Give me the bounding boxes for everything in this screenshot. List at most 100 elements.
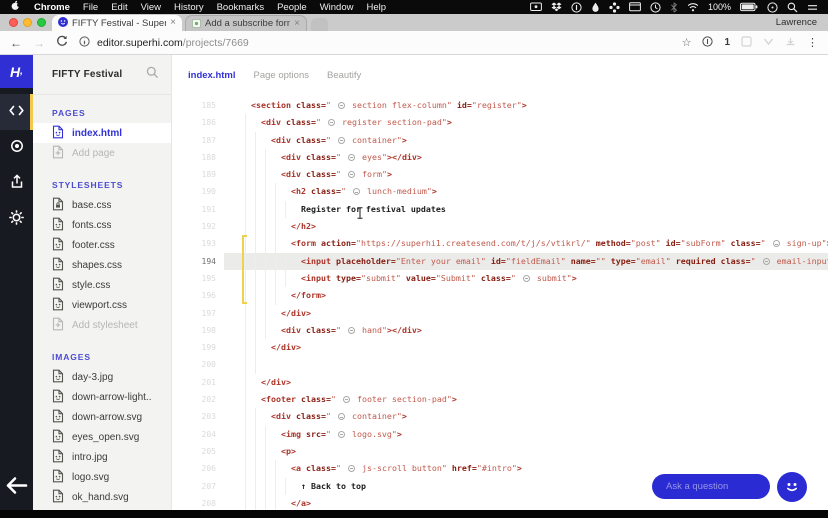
minimize-window-button[interactable]: [23, 18, 32, 27]
reload-icon[interactable]: [56, 34, 68, 52]
url-field[interactable]: editor.superhi.com/projects/7669: [79, 35, 671, 50]
file-item[interactable]: Add page: [33, 143, 171, 163]
menu-lines-icon[interactable]: [807, 3, 818, 12]
code-line-186[interactable]: 186 <div class=" register section-pad">: [172, 114, 828, 132]
class-toggle-icon[interactable]: [337, 430, 345, 438]
class-toggle-icon[interactable]: [347, 326, 355, 334]
file-item[interactable]: day-3.jpg: [33, 367, 171, 387]
extension-circle-icon[interactable]: [702, 34, 714, 52]
code-line-191[interactable]: 191 Register for festival updates: [172, 200, 828, 219]
code-line-185[interactable]: 185 <section class=" section flex-column"…: [172, 97, 828, 114]
file-item[interactable]: shapes.css: [33, 255, 171, 275]
code-editor[interactable]: index.html Page options Beautify 185 <sec…: [172, 55, 828, 510]
menu-bookmarks[interactable]: Bookmarks: [217, 2, 265, 13]
code-line-200[interactable]: 200: [172, 356, 828, 374]
file-item[interactable]: footer.css: [33, 235, 171, 255]
menu-view[interactable]: View: [141, 2, 161, 13]
superhi-logo[interactable]: H,: [0, 55, 33, 88]
file-item[interactable]: base.css: [33, 195, 171, 215]
close-window-button[interactable]: [9, 18, 18, 27]
back-icon[interactable]: ←: [10, 37, 22, 49]
chrome-menu-icon[interactable]: ⋮: [807, 36, 818, 49]
site-info-icon[interactable]: [79, 35, 90, 50]
apple-menu-icon[interactable]: [10, 0, 21, 14]
class-toggle-icon[interactable]: [327, 119, 335, 127]
spotlight-search-icon[interactable]: [787, 2, 798, 13]
code-line-193[interactable]: 193 <form action="https://superhi1.create…: [172, 235, 828, 253]
code-line-189[interactable]: 189 <div class=" form">: [172, 166, 828, 184]
file-item[interactable]: index.html: [33, 123, 171, 143]
file-item[interactable]: Add stylesheet: [33, 315, 171, 335]
code-line-187[interactable]: 187 <div class=" container">: [172, 131, 828, 149]
code-line-202[interactable]: 202 <footer class=" footer section-pad">: [172, 391, 828, 409]
time-circle-icon[interactable]: [767, 1, 778, 13]
code-line-194[interactable]: 194 <input placeholder="Enter your email"…: [172, 252, 828, 270]
tab-fifty-festival[interactable]: FIFTY Festival - SuperHi ×: [52, 15, 182, 31]
rail-preview-tab[interactable]: [0, 130, 33, 166]
class-toggle-icon[interactable]: [347, 171, 355, 179]
class-toggle-icon[interactable]: [522, 274, 530, 282]
extension-1password-icon[interactable]: 1: [724, 37, 730, 48]
class-toggle-icon[interactable]: [337, 136, 345, 144]
rail-code-tab[interactable]: [0, 94, 33, 130]
menu-file[interactable]: File: [83, 2, 98, 13]
code-line-196[interactable]: 196 </form>: [172, 287, 828, 305]
screen-record-icon[interactable]: [530, 2, 542, 12]
file-item[interactable]: logo.svg: [33, 467, 171, 487]
code-line-192[interactable]: 192 </h2>: [172, 218, 828, 236]
ask-question-input[interactable]: Ask a question: [652, 474, 770, 499]
editor-tab-beautify[interactable]: Beautify: [327, 70, 361, 81]
close-tab-icon[interactable]: ×: [294, 18, 300, 29]
editor-tab-page-options[interactable]: Page options: [254, 70, 309, 81]
code-line-198[interactable]: 198 <div class=" hand"></div>: [172, 321, 828, 340]
file-item[interactable]: ok_hand.svg: [33, 487, 171, 507]
class-toggle-icon[interactable]: [337, 413, 345, 421]
file-item[interactable]: down-arrow-light...: [33, 387, 171, 407]
flower-icon[interactable]: [609, 1, 620, 13]
wifi-icon[interactable]: [687, 2, 699, 12]
code-line-195[interactable]: 195 <input type="submit" value="Submit" c…: [172, 269, 828, 288]
bookmark-star-icon[interactable]: ☆: [682, 36, 692, 49]
menu-window[interactable]: Window: [320, 2, 354, 13]
class-toggle-icon[interactable]: [762, 257, 770, 265]
class-toggle-icon[interactable]: [772, 240, 780, 248]
window-icon[interactable]: [629, 2, 641, 12]
droplet-icon[interactable]: [591, 2, 600, 13]
class-toggle-icon[interactable]: [347, 153, 355, 161]
circled-one-icon[interactable]: [571, 1, 582, 13]
code-line-199[interactable]: 199 </div>: [172, 339, 828, 357]
class-toggle-icon[interactable]: [347, 465, 355, 473]
code-line-197[interactable]: 197 </div>: [172, 304, 828, 322]
menu-help[interactable]: Help: [366, 2, 386, 13]
code-line-188[interactable]: 188 <div class=" eyes"></div>: [172, 148, 828, 167]
chrome-profile-name[interactable]: Lawrence: [776, 17, 817, 28]
file-item[interactable]: fonts.css: [33, 215, 171, 235]
code-line-205[interactable]: 205 <p>: [172, 442, 828, 461]
close-tab-icon[interactable]: ×: [170, 18, 176, 28]
code-line-204[interactable]: 204 <img src=" logo.svg">: [172, 425, 828, 443]
menu-chrome[interactable]: Chrome: [34, 2, 70, 13]
help-smiley-button[interactable]: [777, 472, 807, 502]
dropbox-icon[interactable]: [551, 2, 562, 12]
code-line-190[interactable]: 190 <h2 class=" lunch-medium">: [172, 183, 828, 201]
clock-icon[interactable]: [650, 1, 661, 13]
rail-settings-tab[interactable]: [0, 202, 33, 238]
code-line-201[interactable]: 201 </div>: [172, 373, 828, 392]
file-item[interactable]: eyes_open.svg: [33, 427, 171, 447]
menu-people[interactable]: People: [277, 2, 307, 13]
file-item[interactable]: style.css: [33, 275, 171, 295]
file-item[interactable]: viewport.css: [33, 295, 171, 315]
zoom-window-button[interactable]: [37, 18, 46, 27]
code-line-203[interactable]: 203 <div class=" container">: [172, 408, 828, 426]
code-area[interactable]: 185 <section class=" section flex-column"…: [172, 95, 828, 510]
menu-history[interactable]: History: [174, 2, 204, 13]
bluetooth-icon[interactable]: [670, 1, 678, 13]
menu-edit[interactable]: Edit: [111, 2, 127, 13]
search-icon[interactable]: [146, 66, 159, 84]
class-toggle-icon[interactable]: [352, 188, 360, 196]
rail-share-tab[interactable]: [0, 166, 33, 202]
new-tab-button[interactable]: [311, 18, 328, 31]
file-item[interactable]: intro.jpg: [33, 447, 171, 467]
class-toggle-icon[interactable]: [337, 102, 345, 109]
back-arrow-button[interactable]: [5, 476, 28, 500]
